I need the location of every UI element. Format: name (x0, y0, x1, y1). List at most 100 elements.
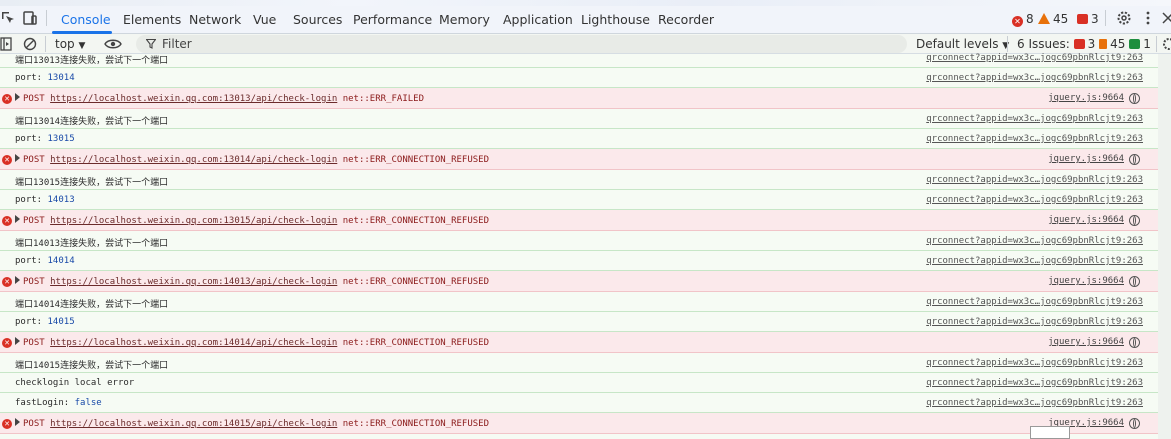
message-text: 端口13013连接失败，尝试下一个端口 (15, 53, 168, 66)
source-link[interactable]: jquery.js:9664 (1048, 215, 1124, 225)
tab-memory[interactable]: Memory (439, 12, 490, 27)
tab-elements[interactable]: Elements (123, 12, 181, 27)
message-text: 端口14014连接失败，尝试下一个端口 (15, 297, 168, 310)
log-message-row: 端口13014连接失败，尝试下一个端口 qrconnect?appid=wx3c…… (0, 109, 1158, 129)
expand-triangle-icon[interactable] (15, 276, 20, 284)
log-text: 端口14014连接失败，尝试下一个端口 (15, 300, 169, 310)
source-link[interactable]: jquery.js:9664 (1048, 154, 1124, 164)
log-label: fastLogin: (15, 398, 70, 408)
source-link[interactable]: qrconnect?appid=wx3c…jogc69pbnRlcjt9:263 (926, 195, 1143, 205)
settings-gear-icon[interactable] (1116, 10, 1132, 26)
request-url-link[interactable]: https://localhost.weixin.qq.com:13015/ap… (50, 216, 337, 226)
tab-performance[interactable]: Performance (353, 12, 432, 27)
network-globe-icon[interactable] (1129, 215, 1140, 226)
request-url-link[interactable]: https://localhost.weixin.qq.com:14015/ap… (50, 419, 337, 429)
resize-corner[interactable] (1030, 426, 1070, 439)
expand-triangle-icon[interactable] (15, 215, 20, 223)
source-link[interactable]: qrconnect?appid=wx3c…jogc69pbnRlcjt9:263 (926, 53, 1143, 63)
source-link[interactable]: qrconnect?appid=wx3c…jogc69pbnRlcjt9:263 (926, 236, 1143, 246)
request-url-link[interactable]: https://localhost.weixin.qq.com:14014/ap… (50, 338, 337, 348)
toolbar-separator (46, 10, 47, 26)
log-label: port: (15, 73, 43, 83)
source-link[interactable]: qrconnect?appid=wx3c…jogc69pbnRlcjt9:263 (926, 358, 1143, 368)
request-url-link[interactable]: https://localhost.weixin.qq.com:14013/ap… (50, 277, 337, 287)
error-message-row[interactable]: ✕ POST https://localhost.weixin.qq.com:14… (0, 413, 1158, 434)
network-globe-icon[interactable] (1129, 93, 1140, 104)
log-message-row: port: 14013 qrconnect?appid=wx3c…jogc69pb… (0, 190, 1158, 210)
network-error-text: net::ERR_CONNECTION_REFUSED (342, 216, 490, 226)
log-message-row: port: 13014 qrconnect?appid=wx3c…jogc69pb… (0, 68, 1158, 88)
tab-vue[interactable]: Vue (253, 12, 276, 27)
toolbar-separator (1105, 10, 1106, 26)
source-link[interactable]: qrconnect?appid=wx3c…jogc69pbnRlcjt9:263 (926, 114, 1143, 124)
log-message-row: port: 14015 qrconnect?appid=wx3c…jogc69pb… (0, 312, 1158, 332)
tab-console[interactable]: Console (61, 12, 111, 27)
network-error-text: net::ERR_CONNECTION_REFUSED (342, 419, 490, 429)
log-text: 端口13015连接失败，尝试下一个端口 (15, 178, 169, 188)
request-url-link[interactable]: https://localhost.weixin.qq.com:13013/ap… (50, 94, 337, 104)
log-message-row: port: 14014 qrconnect?appid=wx3c…jogc69pb… (0, 251, 1158, 271)
window-top-strip (0, 0, 1171, 6)
source-link[interactable]: qrconnect?appid=wx3c…jogc69pbnRlcjt9:263 (926, 398, 1143, 408)
network-globe-icon[interactable] (1129, 337, 1140, 348)
console-scrollbar[interactable] (1158, 54, 1171, 439)
expand-triangle-icon[interactable] (15, 337, 20, 345)
issues-badge[interactable]: 3 (1077, 12, 1099, 26)
network-globe-icon[interactable] (1129, 154, 1140, 165)
source-link[interactable]: qrconnect?appid=wx3c…jogc69pbnRlcjt9:263 (926, 175, 1143, 185)
network-error-text: net::ERR_FAILED (342, 94, 424, 104)
close-devtools-icon[interactable] (1160, 10, 1171, 26)
console-settings-gear-icon[interactable] (1162, 37, 1171, 51)
source-link[interactable]: qrconnect?appid=wx3c…jogc69pbnRlcjt9:263 (926, 297, 1143, 307)
tab-lighthouse[interactable]: Lighthouse (581, 12, 650, 27)
log-text: checklogin local error (15, 378, 135, 388)
error-message-row[interactable]: ✕ POST https://localhost.weixin.qq.com:13… (0, 149, 1158, 170)
network-globe-icon[interactable] (1129, 418, 1140, 429)
log-text: 端口13014连接失败，尝试下一个端口 (15, 117, 169, 127)
source-link[interactable]: jquery.js:9664 (1048, 93, 1124, 103)
tab-sources[interactable]: Sources (293, 12, 342, 27)
source-link[interactable]: qrconnect?appid=wx3c…jogc69pbnRlcjt9:263 (926, 134, 1143, 144)
tab-application[interactable]: Application (503, 12, 573, 27)
error-message-row[interactable]: ✕ POST https://localhost.weixin.qq.com:14… (0, 332, 1158, 353)
error-message-row[interactable]: ✕ POST https://localhost.weixin.qq.com:13… (0, 88, 1158, 109)
expand-triangle-icon[interactable] (15, 418, 20, 426)
message-text: port: 13014 (15, 73, 75, 83)
network-globe-icon[interactable] (1129, 276, 1140, 287)
source-link[interactable]: qrconnect?appid=wx3c…jogc69pbnRlcjt9:263 (926, 317, 1143, 327)
device-toolbar-icon[interactable] (22, 10, 38, 26)
network-error-text: net::ERR_CONNECTION_REFUSED (342, 277, 490, 287)
log-message-row: fastLogin: false qrconnect?appid=wx3c…jog… (0, 393, 1158, 413)
error-icon: ✕ (2, 338, 12, 348)
error-icon: ✕ (2, 419, 12, 429)
log-message-row: checklogin local error qrconnect?appid=wx… (0, 373, 1158, 393)
message-text: POST https://localhost.weixin.qq.com:130… (15, 154, 489, 165)
error-icon: ✕ (2, 94, 12, 104)
network-error-text: net::ERR_CONNECTION_REFUSED (342, 155, 490, 165)
expand-triangle-icon[interactable] (15, 154, 20, 162)
error-message-row[interactable]: ✕ POST https://localhost.weixin.qq.com:13… (0, 210, 1158, 231)
http-method: POST (23, 277, 45, 287)
message-text: POST https://localhost.weixin.qq.com:140… (15, 276, 489, 287)
log-message-row: 端口14014连接失败，尝试下一个端口 qrconnect?appid=wx3c…… (0, 292, 1158, 312)
tab-recorder[interactable]: Recorder (658, 12, 714, 27)
error-message-row[interactable]: ✕ POST https://localhost.weixin.qq.com:14… (0, 271, 1158, 292)
source-link[interactable]: qrconnect?appid=wx3c…jogc69pbnRlcjt9:263 (926, 378, 1143, 388)
network-error-text: net::ERR_CONNECTION_REFUSED (342, 338, 490, 348)
log-text: 端口13013连接失败，尝试下一个端口 (15, 56, 169, 66)
log-value: 13015 (47, 134, 75, 144)
source-link[interactable]: jquery.js:9664 (1048, 337, 1124, 347)
tab-network[interactable]: Network (189, 12, 241, 27)
request-url-link[interactable]: https://localhost.weixin.qq.com:13014/ap… (50, 155, 337, 165)
message-text: 端口14013连接失败，尝试下一个端口 (15, 236, 168, 249)
source-link[interactable]: jquery.js:9664 (1048, 276, 1124, 286)
source-link[interactable]: qrconnect?appid=wx3c…jogc69pbnRlcjt9:263 (926, 73, 1143, 83)
warning-count[interactable]: 45 (1038, 12, 1068, 26)
error-count[interactable]: ✕ 8 (1012, 12, 1034, 27)
expand-triangle-icon[interactable] (15, 93, 20, 101)
log-message-row: 端口14015连接失败，尝试下一个端口 qrconnect?appid=wx3c…… (0, 353, 1158, 373)
more-options-icon[interactable] (1140, 10, 1156, 26)
error-icon: ✕ (1012, 16, 1023, 27)
inspect-element-icon[interactable] (0, 10, 16, 26)
source-link[interactable]: qrconnect?appid=wx3c…jogc69pbnRlcjt9:263 (926, 256, 1143, 266)
